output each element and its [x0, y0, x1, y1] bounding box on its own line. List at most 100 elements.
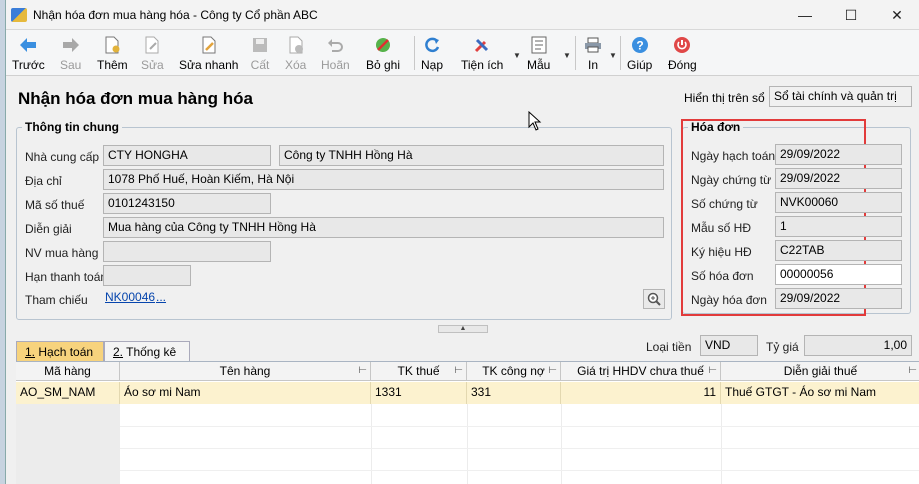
voucher-no-field[interactable]: NVK00060 — [775, 192, 902, 213]
window-controls: — ☐ ✕ — [782, 0, 919, 30]
edit-button[interactable]: Sửa — [141, 32, 164, 74]
undo-button[interactable]: Hoãn — [321, 32, 350, 74]
quick-edit-label: Sửa nhanh — [179, 58, 239, 72]
cell-tax-description[interactable]: Thuế GTGT - Áo sơ mi Nam — [721, 382, 919, 404]
maximize-button[interactable]: ☐ — [828, 0, 874, 30]
add-button[interactable]: Thêm — [97, 32, 128, 74]
cell-payable-account[interactable]: 331 — [467, 382, 561, 404]
tax-code-label: Mã số thuế — [25, 198, 85, 212]
close-form-button[interactable]: Đóng — [668, 32, 697, 74]
pin-icon[interactable]: ⊢ — [358, 362, 367, 380]
empty-rows-area — [16, 404, 120, 484]
description-label: Diễn giải — [25, 222, 72, 236]
close-form-label: Đóng — [668, 58, 697, 72]
cell-value-before-tax[interactable]: 11 — [561, 382, 721, 404]
column-header[interactable]: TK thuế ⊢ — [371, 362, 467, 381]
quick-edit-icon — [199, 35, 219, 55]
mouse-cursor-icon — [528, 111, 542, 131]
power-icon — [672, 35, 692, 55]
reference-more-link[interactable]: ... — [156, 288, 170, 309]
address-field[interactable]: 1078 Phố Huế, Hoàn Kiếm, Hà Nội — [103, 169, 664, 190]
pin-icon[interactable]: ⊢ — [548, 362, 557, 380]
column-header[interactable]: Diễn giải thuế ⊢ — [721, 362, 919, 381]
column-header-label: Mã hàng — [44, 364, 91, 378]
close-button[interactable]: ✕ — [874, 0, 919, 30]
due-date-field[interactable] — [103, 265, 191, 286]
zoom-button[interactable] — [643, 289, 665, 309]
edit-document-icon — [142, 35, 162, 55]
column-header-label: Tên hàng — [219, 364, 271, 378]
chevron-down-icon[interactable]: ▼ — [563, 51, 571, 60]
invoice-no-field[interactable]: 00000056 — [775, 264, 902, 285]
tax-code-field[interactable]: 0101243150 — [103, 193, 271, 214]
undo-icon — [325, 35, 345, 55]
column-header-label: TK thuế — [397, 364, 440, 378]
utilities-button[interactable]: Tiện ích — [461, 32, 503, 74]
delete-button[interactable]: Xóa — [285, 32, 306, 74]
window-title: Nhận hóa đơn mua hàng hóa - Công ty Cổ p… — [33, 7, 318, 22]
template-button[interactable]: Mẫu — [527, 32, 550, 74]
invoice-symbol-field[interactable]: C22TAB — [775, 240, 902, 261]
quick-edit-button[interactable]: Sửa nhanh — [179, 32, 238, 74]
posting-date-field[interactable]: 29/09/2022 — [775, 144, 902, 165]
column-header-label: Diễn giải thuế — [783, 364, 858, 378]
column-header[interactable]: Tên hàng ⊢ — [120, 362, 371, 381]
table-row[interactable]: AO_SM_NAM Áo sơ mi Nam 1331 331 11 Thuế … — [16, 382, 919, 404]
column-header-label: Giá trị HHDV chưa thuế — [577, 364, 704, 378]
supplier-name-field[interactable]: Công ty TNHH Hồng Hà — [279, 145, 664, 166]
form-content: Nhận hóa đơn mua hàng hóa Hiển thị trên … — [6, 77, 919, 484]
chevron-down-icon[interactable]: ▼ — [609, 51, 617, 60]
due-date-label: Hạn thanh toán — [25, 270, 108, 284]
invoice-symbol-label: Ký hiệu HĐ — [691, 245, 752, 259]
reference-link[interactable]: NK00046 — [105, 288, 155, 309]
column-header[interactable]: Giá trị HHDV chưa thuế ⊢ — [561, 362, 721, 381]
next-button[interactable]: Sau — [60, 32, 81, 74]
toolbar-separator — [575, 36, 576, 70]
cell-item-name[interactable]: Áo sơ mi Nam — [120, 382, 371, 404]
invoice-date-field[interactable]: 29/09/2022 — [775, 288, 902, 309]
display-on-book-label: Hiển thị trên sổ — [684, 91, 765, 105]
refresh-label: Nạp — [421, 58, 444, 72]
tab-accounting[interactable]: 1. Hạch toán — [16, 341, 104, 361]
tab-accounting-label: Hạch toán — [35, 345, 94, 359]
template-icon — [529, 35, 549, 55]
save-button[interactable]: Cất — [250, 32, 270, 74]
help-button[interactable]: ? Giúp — [627, 32, 652, 74]
form-no-field[interactable]: 1 — [775, 216, 902, 237]
pin-icon[interactable]: ⊢ — [454, 362, 463, 380]
collapse-handle[interactable]: ▲ — [438, 325, 488, 333]
prev-button[interactable]: Trước — [12, 32, 45, 74]
cell-tax-account[interactable]: 1331 — [371, 382, 467, 404]
description-field[interactable]: Mua hàng của Công ty TNHH Hồng Hà — [103, 217, 664, 238]
print-label: In — [587, 58, 598, 72]
minimize-button[interactable]: — — [782, 0, 828, 30]
exchange-rate-field[interactable]: 1,00 — [804, 335, 912, 356]
column-header[interactable]: TK công nợ ⊢ — [467, 362, 561, 381]
print-icon — [583, 35, 603, 55]
tab-statistics[interactable]: 2. Thống kê — [104, 341, 190, 361]
purchaser-label: NV mua hàng — [25, 246, 99, 260]
voucher-date-field[interactable]: 29/09/2022 — [775, 168, 902, 189]
help-label: Giúp — [627, 58, 653, 72]
chevron-down-icon[interactable]: ▼ — [513, 51, 521, 60]
display-on-book-select[interactable]: Sổ tài chính và quản trị — [769, 86, 912, 107]
tab-accounting-num: 1. — [25, 345, 36, 359]
refresh-icon — [422, 35, 442, 55]
pin-icon[interactable]: ⊢ — [708, 362, 717, 380]
purchaser-field[interactable] — [103, 241, 271, 262]
column-header-label: TK công nợ — [482, 364, 545, 378]
unpost-button[interactable]: Bỏ ghi — [366, 32, 400, 74]
currency-select[interactable]: VND — [700, 335, 758, 356]
column-header[interactable]: Mã hàng — [16, 362, 120, 381]
template-label: Mẫu — [527, 58, 551, 72]
print-button[interactable]: In — [583, 32, 603, 74]
save-label: Cất — [250, 58, 270, 72]
refresh-button[interactable]: Nạp — [421, 32, 443, 74]
cell-item-code[interactable]: AO_SM_NAM — [16, 382, 120, 404]
column-divider — [721, 404, 722, 484]
supplier-code-field[interactable]: CTY HONGHA — [103, 145, 271, 166]
arrow-right-icon — [61, 35, 81, 55]
pin-icon[interactable]: ⊢ — [908, 362, 917, 380]
next-label: Sau — [60, 58, 82, 72]
help-icon: ? — [630, 35, 650, 55]
